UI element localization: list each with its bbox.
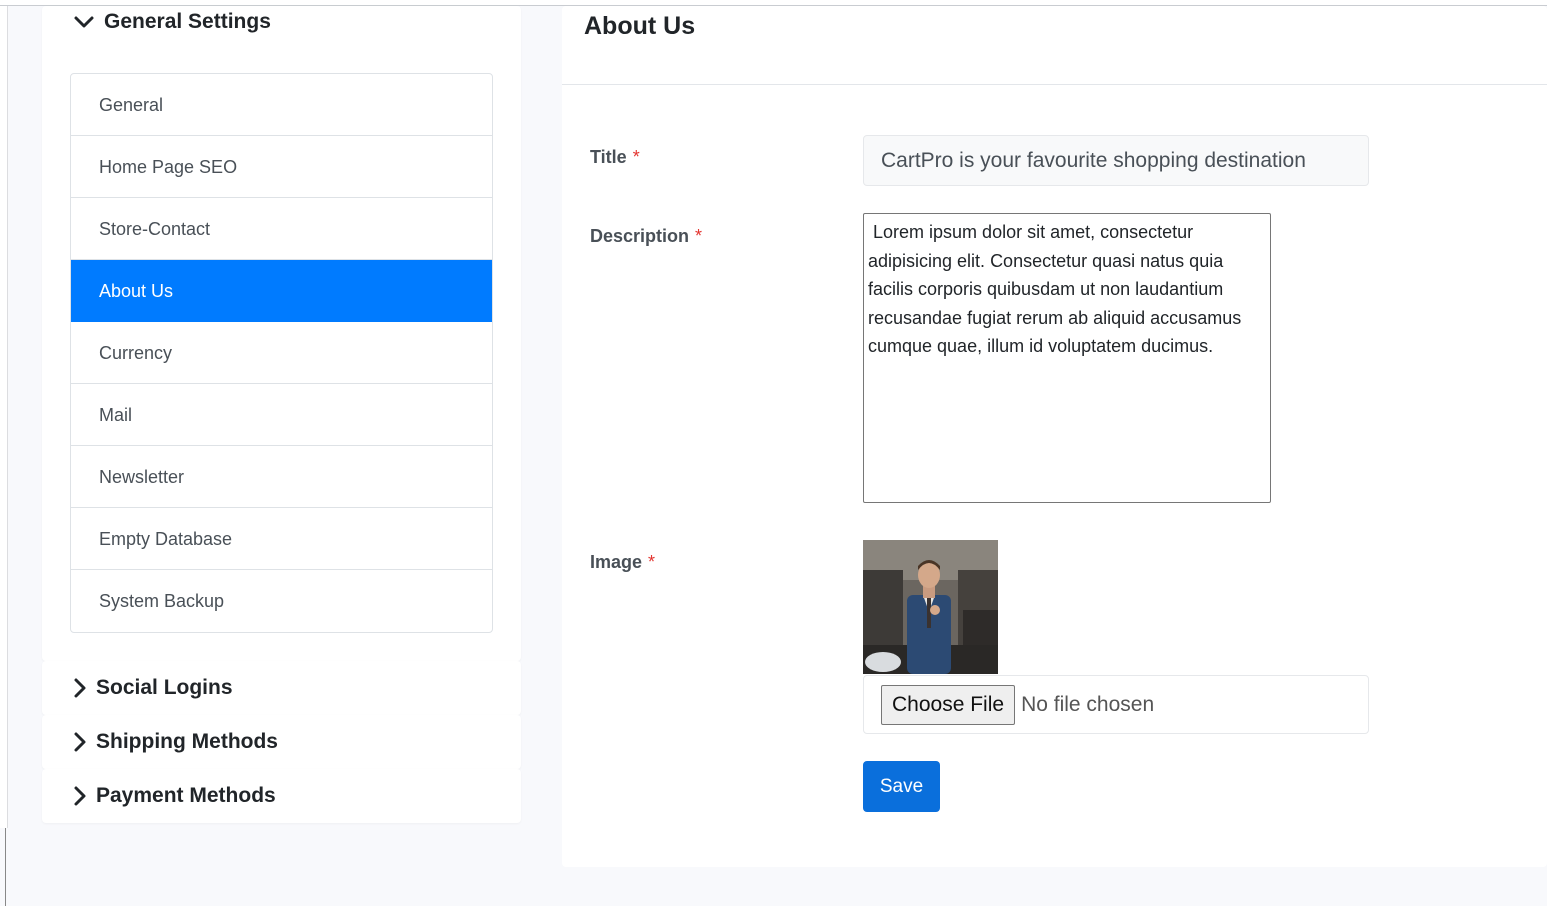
settings-sidebar: General Settings General Home Page SEO S… — [42, 6, 521, 823]
general-settings-menu: General Home Page SEO Store-Contact Abou… — [70, 73, 493, 633]
menu-item-store-contact[interactable]: Store-Contact — [71, 198, 492, 260]
card-divider — [562, 84, 1547, 85]
accordion-header-shipping-methods[interactable]: Shipping Methods — [68, 728, 278, 756]
menu-item-home-page-seo[interactable]: Home Page SEO — [71, 136, 492, 198]
menu-item-currency[interactable]: Currency — [71, 322, 492, 384]
chevron-right-icon — [68, 784, 92, 808]
accordion-title: Social Logins — [96, 676, 233, 699]
accordion-social-logins: Social Logins — [42, 661, 521, 715]
menu-item-newsletter[interactable]: Newsletter — [71, 446, 492, 508]
accordion-title: General Settings — [104, 10, 271, 33]
menu-item-system-backup[interactable]: System Backup — [71, 570, 492, 632]
image-file-input: Choose File No file chosen — [863, 675, 1369, 734]
description-label: Description * — [590, 226, 703, 246]
accordion-general-settings: General Settings General Home Page SEO S… — [42, 6, 521, 661]
menu-item-general[interactable]: General — [71, 74, 492, 136]
accordion-header-social-logins[interactable]: Social Logins — [68, 674, 233, 702]
accordion-title: Payment Methods — [96, 784, 276, 807]
accordion-title: Shipping Methods — [96, 730, 278, 753]
chevron-right-icon — [68, 676, 92, 700]
about-us-card: About Us Title* Description* Lorem ipsum… — [562, 6, 1547, 867]
left-edge-line — [5, 828, 6, 906]
required-mark: * — [648, 552, 656, 572]
menu-item-mail[interactable]: Mail — [71, 384, 492, 446]
save-button[interactable]: Save — [863, 761, 940, 812]
accordion-shipping-methods: Shipping Methods — [42, 715, 521, 769]
menu-item-empty-database[interactable]: Empty Database — [71, 508, 492, 570]
accordion-header-general-settings[interactable]: General Settings — [72, 8, 271, 36]
page-title: About Us — [584, 12, 696, 40]
accordion-header-payment-methods[interactable]: Payment Methods — [68, 782, 276, 810]
title-input[interactable] — [863, 135, 1369, 186]
choose-file-button[interactable]: Choose File — [881, 684, 1016, 725]
title-label: Title * — [590, 147, 640, 167]
chevron-right-icon — [68, 730, 92, 754]
description-textarea[interactable]: Lorem ipsum dolor sit amet, consectetur … — [863, 213, 1271, 503]
menu-item-about-us[interactable]: About Us — [71, 260, 492, 322]
image-label: Image * — [590, 552, 656, 572]
required-mark: * — [632, 147, 640, 167]
required-mark: * — [695, 226, 703, 246]
file-status-text: No file chosen — [1021, 692, 1155, 716]
about-image-thumbnail — [863, 540, 998, 674]
accordion-payment-methods: Payment Methods — [42, 769, 521, 823]
left-edge-bar — [0, 6, 8, 828]
chevron-down-icon — [72, 10, 96, 34]
